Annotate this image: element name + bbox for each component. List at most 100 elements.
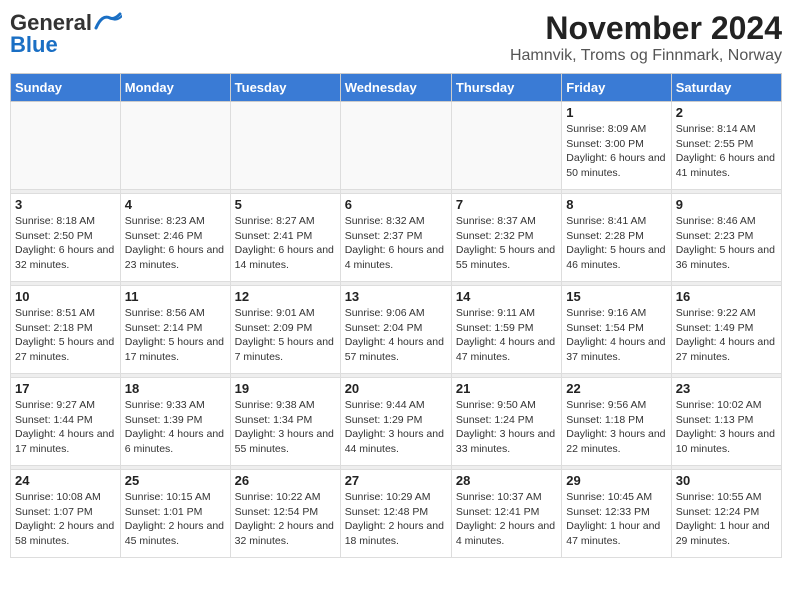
day-info: Sunrise: 9:06 AMSunset: 2:04 PMDaylight:…	[345, 306, 447, 365]
calendar-cell: 2 Sunrise: 8:14 AMSunset: 2:55 PMDaylight…	[671, 102, 781, 190]
calendar-cell: 11Sunrise: 8:56 AMSunset: 2:14 PMDayligh…	[120, 286, 230, 374]
header-thursday: Thursday	[451, 74, 561, 102]
day-info: Sunrise: 8:37 AMSunset: 2:32 PMDaylight:…	[456, 214, 557, 273]
calendar-cell: 8 Sunrise: 8:41 AMSunset: 2:28 PMDaylight…	[562, 194, 671, 282]
header-sunday: Sunday	[11, 74, 121, 102]
day-number: 9	[676, 197, 777, 212]
day-info: Sunrise: 8:23 AMSunset: 2:46 PMDaylight:…	[125, 214, 226, 273]
day-number: 7	[456, 197, 557, 212]
day-number: 1	[566, 105, 666, 120]
day-number: 28	[456, 473, 557, 488]
week-row-2: 3 Sunrise: 8:18 AMSunset: 2:50 PMDaylight…	[11, 194, 782, 282]
week-row-1: 1 Sunrise: 8:09 AMSunset: 3:00 PMDaylight…	[11, 102, 782, 190]
day-number: 20	[345, 381, 447, 396]
calendar-cell: 12 Sunrise: 9:01 AMSunset: 2:09 PMDayligh…	[230, 286, 340, 374]
day-info: Sunrise: 10:15 AMSunset: 1:01 PMDaylight…	[125, 490, 226, 549]
day-info: Sunrise: 10:37 AMSunset: 12:41 PMDayligh…	[456, 490, 557, 549]
header-wednesday: Wednesday	[340, 74, 451, 102]
day-number: 12	[235, 289, 336, 304]
day-info: Sunrise: 9:22 AMSunset: 1:49 PMDaylight:…	[676, 306, 777, 365]
calendar-cell: 9 Sunrise: 8:46 AMSunset: 2:23 PMDaylight…	[671, 194, 781, 282]
calendar-cell: 13 Sunrise: 9:06 AMSunset: 2:04 PMDayligh…	[340, 286, 451, 374]
calendar-cell: 6 Sunrise: 8:32 AMSunset: 2:37 PMDaylight…	[340, 194, 451, 282]
calendar-cell: 19Sunrise: 9:38 AMSunset: 1:34 PMDayligh…	[230, 378, 340, 466]
calendar-cell: 29 Sunrise: 10:45 AMSunset: 12:33 PMDayli…	[562, 470, 671, 558]
day-info: Sunrise: 10:08 AMSunset: 1:07 PMDaylight…	[15, 490, 116, 549]
calendar-cell: 5Sunrise: 8:27 AMSunset: 2:41 PMDaylight…	[230, 194, 340, 282]
header-friday: Friday	[562, 74, 671, 102]
calendar-cell: 27Sunrise: 10:29 AMSunset: 12:48 PMDayli…	[340, 470, 451, 558]
calendar-cell	[11, 102, 121, 190]
calendar-cell: 30Sunrise: 10:55 AMSunset: 12:24 PMDayli…	[671, 470, 781, 558]
day-info: Sunrise: 8:09 AMSunset: 3:00 PMDaylight:…	[566, 122, 666, 181]
calendar-cell: 1 Sunrise: 8:09 AMSunset: 3:00 PMDaylight…	[562, 102, 671, 190]
day-number: 2	[676, 105, 777, 120]
header-saturday: Saturday	[671, 74, 781, 102]
day-number: 14	[456, 289, 557, 304]
logo-blue: Blue	[10, 32, 58, 58]
day-number: 25	[125, 473, 226, 488]
day-number: 23	[676, 381, 777, 396]
day-number: 22	[566, 381, 666, 396]
day-info: Sunrise: 10:22 AMSunset: 12:54 PMDayligh…	[235, 490, 336, 549]
page-title: November 2024	[510, 10, 782, 47]
day-number: 4	[125, 197, 226, 212]
day-number: 24	[15, 473, 116, 488]
day-info: Sunrise: 10:45 AMSunset: 12:33 PMDayligh…	[566, 490, 666, 549]
day-number: 15	[566, 289, 666, 304]
day-info: Sunrise: 8:32 AMSunset: 2:37 PMDaylight:…	[345, 214, 447, 273]
calendar-cell	[230, 102, 340, 190]
title-block: November 2024 Hamnvik, Troms og Finnmark…	[510, 10, 782, 65]
week-row-5: 24 Sunrise: 10:08 AMSunset: 1:07 PMDaylig…	[11, 470, 782, 558]
day-number: 6	[345, 197, 447, 212]
calendar-cell: 10Sunrise: 8:51 AMSunset: 2:18 PMDayligh…	[11, 286, 121, 374]
week-row-3: 10Sunrise: 8:51 AMSunset: 2:18 PMDayligh…	[11, 286, 782, 374]
calendar-cell	[120, 102, 230, 190]
day-info: Sunrise: 9:56 AMSunset: 1:18 PMDaylight:…	[566, 398, 666, 457]
day-number: 27	[345, 473, 447, 488]
day-info: Sunrise: 9:27 AMSunset: 1:44 PMDaylight:…	[15, 398, 116, 457]
day-info: Sunrise: 8:14 AMSunset: 2:55 PMDaylight:…	[676, 122, 777, 181]
day-info: Sunrise: 8:46 AMSunset: 2:23 PMDaylight:…	[676, 214, 777, 273]
logo: General Blue	[10, 10, 122, 58]
calendar-cell: 21 Sunrise: 9:50 AMSunset: 1:24 PMDayligh…	[451, 378, 561, 466]
calendar-cell: 16Sunrise: 9:22 AMSunset: 1:49 PMDayligh…	[671, 286, 781, 374]
header-tuesday: Tuesday	[230, 74, 340, 102]
day-number: 3	[15, 197, 116, 212]
day-info: Sunrise: 9:01 AMSunset: 2:09 PMDaylight:…	[235, 306, 336, 365]
calendar-cell: 22 Sunrise: 9:56 AMSunset: 1:18 PMDayligh…	[562, 378, 671, 466]
header: General Blue November 2024 Hamnvik, Trom…	[10, 10, 782, 65]
day-info: Sunrise: 8:27 AMSunset: 2:41 PMDaylight:…	[235, 214, 336, 273]
day-number: 30	[676, 473, 777, 488]
day-info: Sunrise: 8:51 AMSunset: 2:18 PMDaylight:…	[15, 306, 116, 365]
calendar-cell: 26 Sunrise: 10:22 AMSunset: 12:54 PMDayli…	[230, 470, 340, 558]
calendar-header-row: SundayMondayTuesdayWednesdayThursdayFrid…	[11, 74, 782, 102]
calendar-cell: 3 Sunrise: 8:18 AMSunset: 2:50 PMDaylight…	[11, 194, 121, 282]
calendar-cell: 24 Sunrise: 10:08 AMSunset: 1:07 PMDaylig…	[11, 470, 121, 558]
day-info: Sunrise: 9:33 AMSunset: 1:39 PMDaylight:…	[125, 398, 226, 457]
day-info: Sunrise: 9:11 AMSunset: 1:59 PMDaylight:…	[456, 306, 557, 365]
day-info: Sunrise: 8:18 AMSunset: 2:50 PMDaylight:…	[15, 214, 116, 273]
header-monday: Monday	[120, 74, 230, 102]
calendar-cell: 17Sunrise: 9:27 AMSunset: 1:44 PMDayligh…	[11, 378, 121, 466]
calendar-cell: 15 Sunrise: 9:16 AMSunset: 1:54 PMDayligh…	[562, 286, 671, 374]
day-number: 13	[345, 289, 447, 304]
day-info: Sunrise: 8:56 AMSunset: 2:14 PMDaylight:…	[125, 306, 226, 365]
day-info: Sunrise: 8:41 AMSunset: 2:28 PMDaylight:…	[566, 214, 666, 273]
day-info: Sunrise: 9:50 AMSunset: 1:24 PMDaylight:…	[456, 398, 557, 457]
calendar-cell: 7 Sunrise: 8:37 AMSunset: 2:32 PMDaylight…	[451, 194, 561, 282]
day-number: 21	[456, 381, 557, 396]
calendar-cell: 25 Sunrise: 10:15 AMSunset: 1:01 PMDaylig…	[120, 470, 230, 558]
calendar-cell	[340, 102, 451, 190]
week-row-4: 17Sunrise: 9:27 AMSunset: 1:44 PMDayligh…	[11, 378, 782, 466]
logo-bird-icon	[94, 12, 122, 30]
day-number: 29	[566, 473, 666, 488]
day-info: Sunrise: 10:02 AMSunset: 1:13 PMDaylight…	[676, 398, 777, 457]
calendar-cell: 18Sunrise: 9:33 AMSunset: 1:39 PMDayligh…	[120, 378, 230, 466]
calendar-cell: 20Sunrise: 9:44 AMSunset: 1:29 PMDayligh…	[340, 378, 451, 466]
calendar-cell	[451, 102, 561, 190]
day-number: 26	[235, 473, 336, 488]
day-number: 8	[566, 197, 666, 212]
day-info: Sunrise: 9:38 AMSunset: 1:34 PMDaylight:…	[235, 398, 336, 457]
day-info: Sunrise: 9:16 AMSunset: 1:54 PMDaylight:…	[566, 306, 666, 365]
